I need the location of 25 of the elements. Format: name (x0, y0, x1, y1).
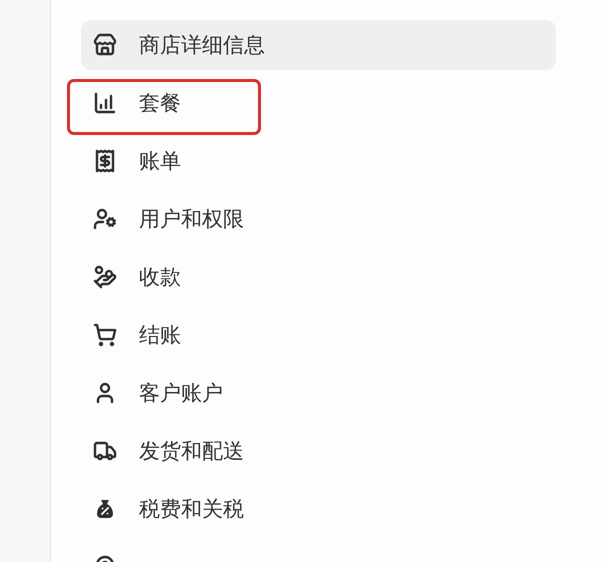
store-icon (93, 33, 117, 57)
menu-item[interactable]: 发货和配送 (81, 426, 556, 476)
hand-coins-icon (93, 265, 117, 289)
menu-item[interactable]: 收款 (81, 252, 556, 302)
menu-item-label: 结账 (139, 322, 181, 349)
receipt-icon (93, 149, 117, 173)
truck-icon (93, 439, 117, 463)
menu-item[interactable]: 结账 (81, 310, 556, 360)
menu-item-label: 税费和关税 (139, 496, 244, 523)
menu-item-label: 客户账户 (139, 380, 223, 407)
menu-item-label: 商店详细信息 (139, 32, 265, 59)
menu-item-label: 套餐 (139, 90, 181, 117)
menu-item-label: 账单 (139, 148, 181, 175)
menu-item[interactable]: 用户和权限 (81, 194, 556, 244)
menu-item-label: 发货和配送 (139, 438, 244, 465)
menu-item[interactable]: 套餐 (81, 78, 556, 128)
bar-chart-icon (93, 91, 117, 115)
menu-item[interactable]: 税费和关税 (81, 484, 556, 534)
menu-item[interactable]: 客户账户 (81, 368, 556, 418)
cart-icon (93, 323, 117, 347)
menu-item-label: 收款 (139, 264, 181, 291)
user-gear-icon (93, 207, 117, 231)
menu-item-label: 用户和权限 (139, 206, 244, 233)
menu-item[interactable]: 账单 (81, 136, 556, 186)
menu-item[interactable]: 商店详细信息 (81, 20, 556, 70)
